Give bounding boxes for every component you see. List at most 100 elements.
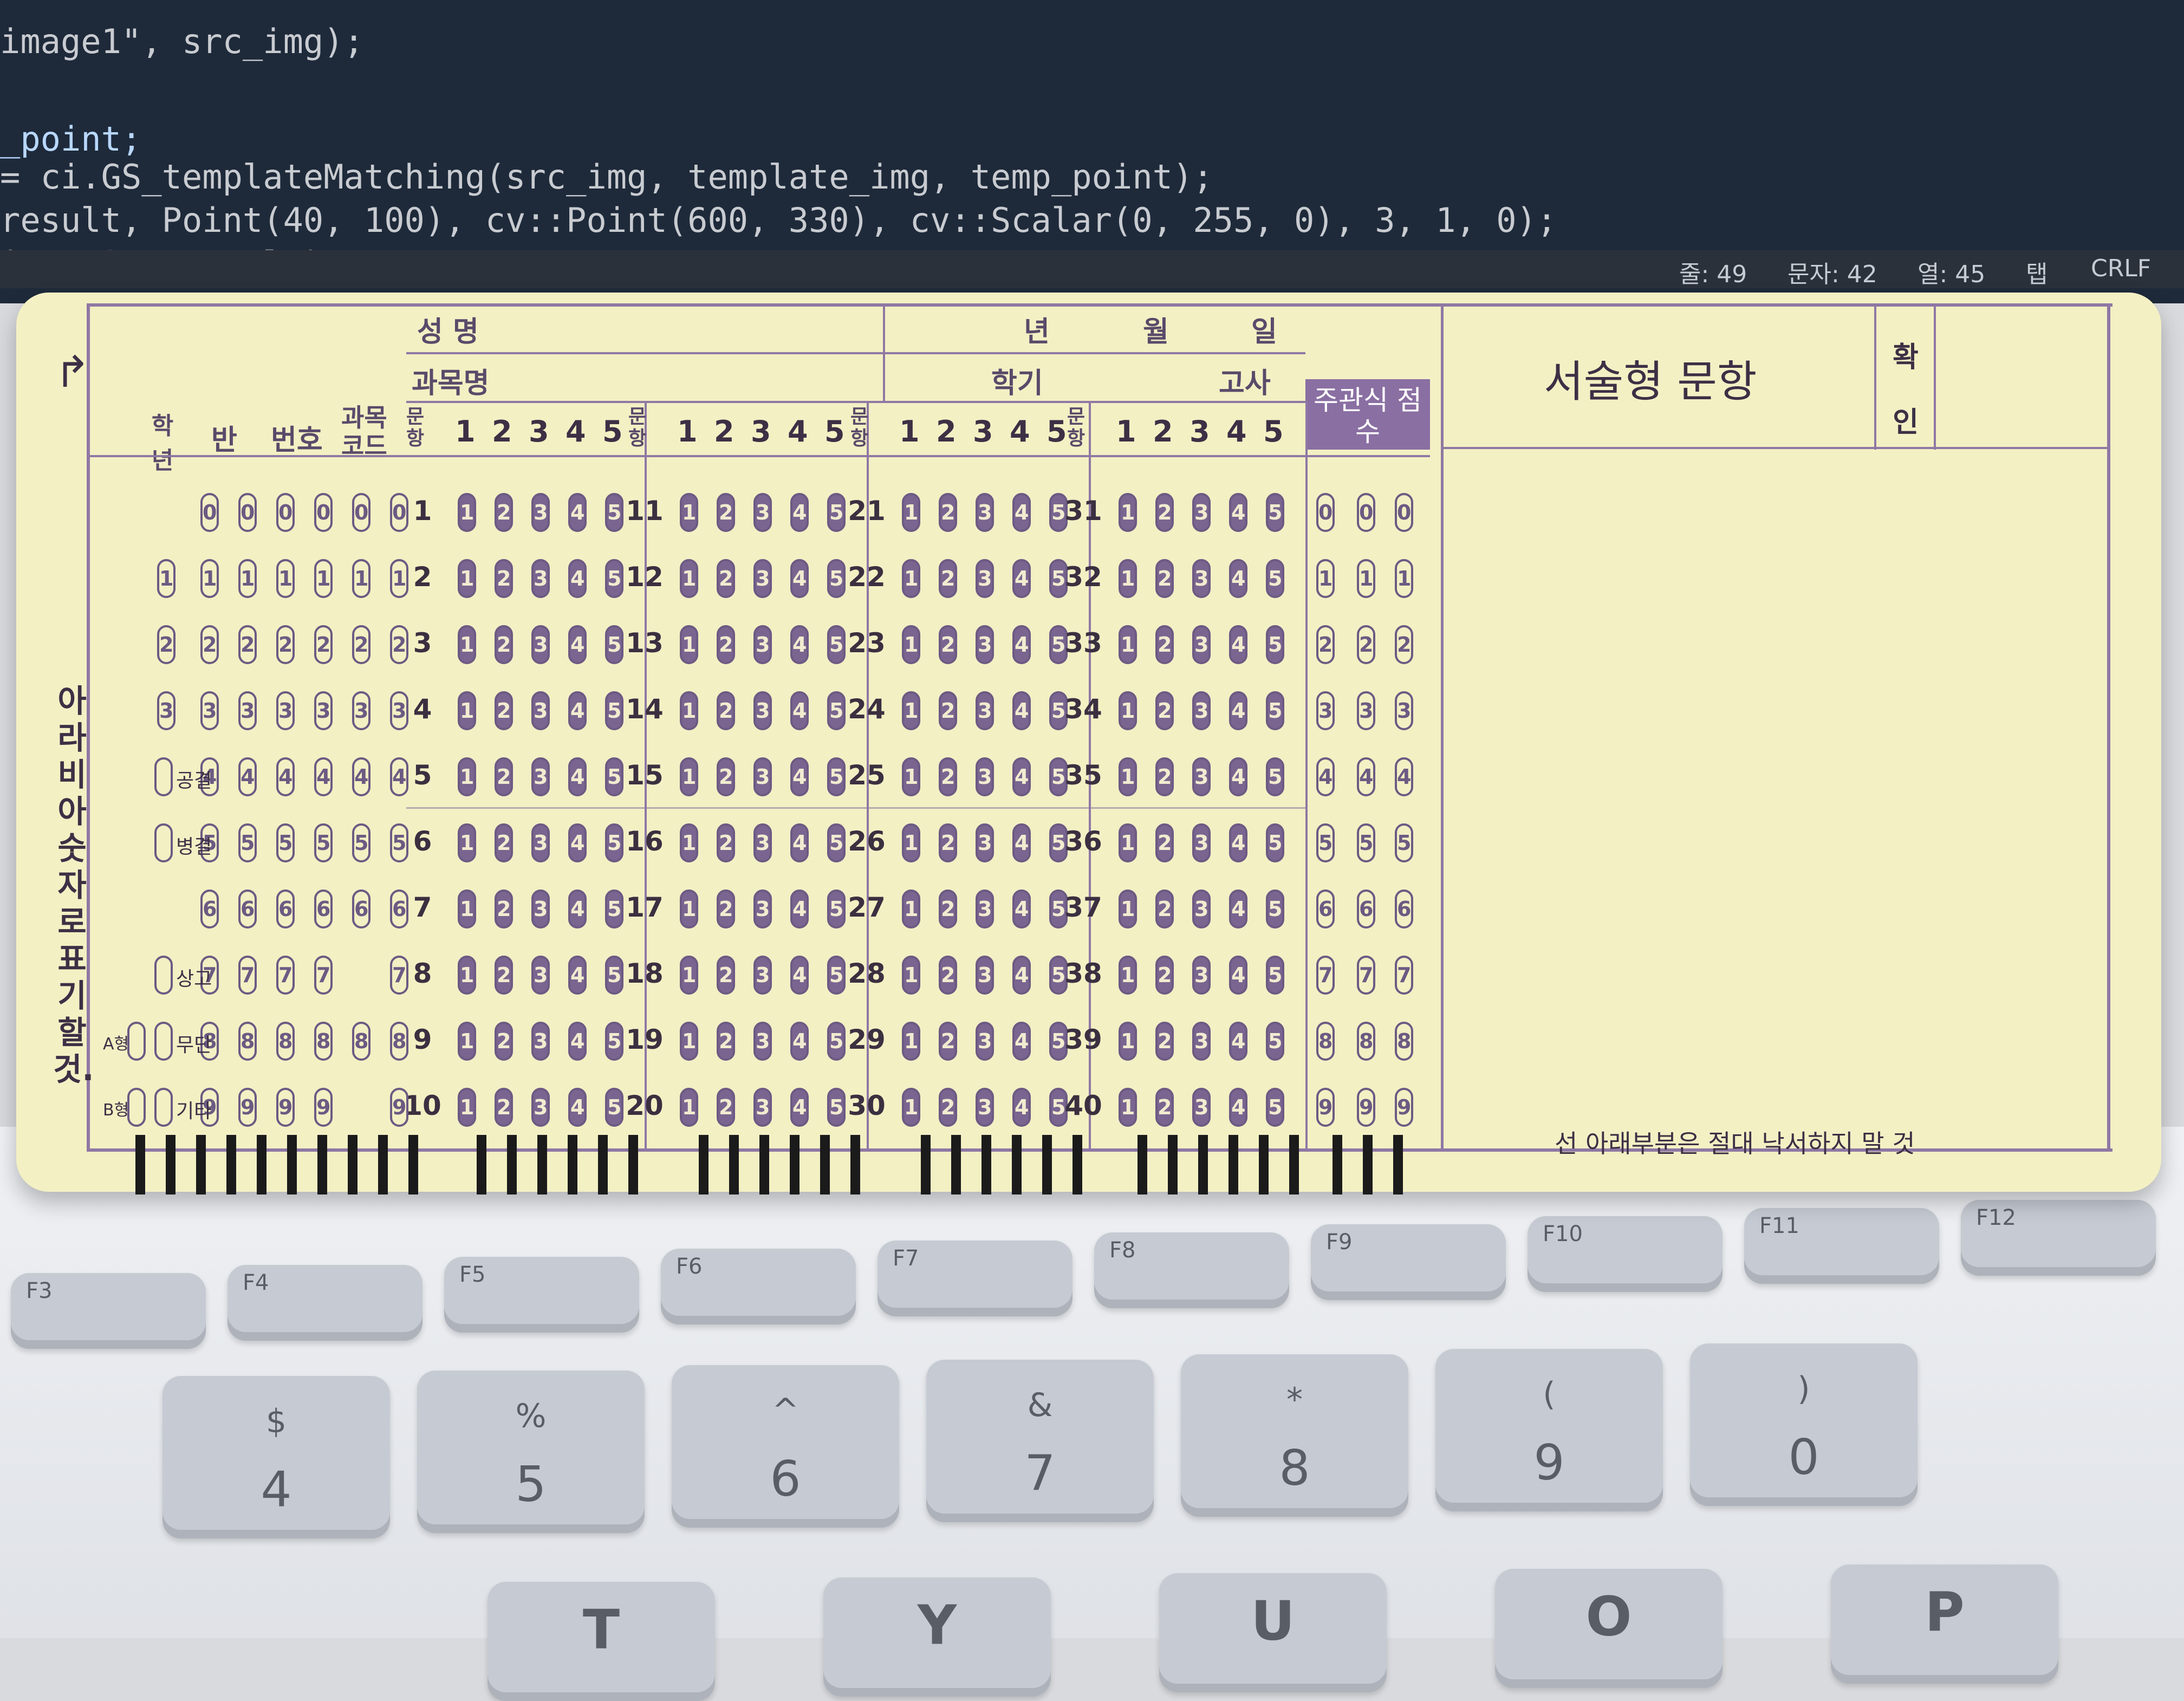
answer-bubble: 4 [568, 757, 587, 796]
number-key[interactable]: & 7 [926, 1360, 1154, 1522]
key-digit: 9 [1533, 1434, 1565, 1491]
id-digit-bubble: 4 [352, 757, 370, 796]
question-number: 30 [848, 1090, 886, 1121]
essay-label: 서술형 문항 [1544, 356, 1757, 407]
answer-bubble: 4 [568, 890, 587, 929]
answer-bubble: 3 [976, 823, 994, 862]
function-key[interactable]: F4 [227, 1265, 422, 1341]
attendance-bubble [154, 1088, 173, 1127]
answer-bubble: 4 [568, 691, 587, 730]
timing-mark [1012, 1135, 1022, 1194]
answer-bubble: 3 [1192, 691, 1211, 730]
answer-bubble: 2 [1155, 1022, 1174, 1061]
function-key[interactable]: F3 [11, 1273, 206, 1349]
number-key[interactable]: (9 [1435, 1349, 1663, 1511]
answer-bubble: 2 [939, 691, 957, 730]
key-letter: Y [917, 1593, 957, 1657]
timing-mark [699, 1135, 708, 1194]
timing-mark [226, 1135, 236, 1194]
answer-bubble: 4 [790, 691, 809, 730]
key-symbol: ( [1543, 1375, 1556, 1413]
id-digit-bubble: 2 [200, 625, 219, 664]
answer-bubble: 2 [939, 956, 957, 995]
answer-bubble: 3 [1192, 559, 1211, 598]
id-digit-bubble: 4 [390, 757, 408, 796]
timing-mark [1168, 1135, 1178, 1194]
score-bubble: 4 [1395, 757, 1413, 796]
code-line-1: image1", src_img); [0, 22, 364, 61]
answer-bubble: 3 [976, 956, 994, 995]
id-digit-bubble: 1 [352, 559, 370, 598]
answer-bubble: 5 [1266, 956, 1284, 995]
arrow-up-icon: ↱ [54, 347, 91, 397]
answer-bubble: 4 [1229, 890, 1247, 929]
answer-bubble: 1 [902, 757, 920, 796]
id-digit-bubble: 7 [238, 956, 257, 995]
answer-bubble: 4 [790, 625, 809, 664]
answer-bubble: 5 [605, 625, 623, 664]
number-key[interactable]: $4 [162, 1376, 390, 1538]
answer-bubble: 1 [1119, 956, 1137, 995]
question-number: 38 [1064, 958, 1102, 989]
function-key[interactable]: F8 [1094, 1232, 1289, 1308]
answer-bubble: 3 [531, 1088, 550, 1127]
question-number: 23 [848, 627, 886, 659]
question-number: 19 [626, 1024, 664, 1055]
answer-bubble: 1 [458, 1022, 476, 1061]
answer-bubble: 1 [902, 823, 920, 862]
score-bubble: 3 [1395, 691, 1413, 730]
answer-bubble: 5 [827, 1022, 846, 1061]
choice-header: 4 [1226, 414, 1247, 449]
letter-key[interactable]: U [1159, 1573, 1387, 1692]
attendance-bubble [154, 757, 173, 796]
score-bubble: 2 [1357, 625, 1375, 664]
letter-key[interactable]: T [487, 1582, 715, 1701]
question-number: 11 [626, 495, 664, 527]
id-digit-bubble: 2 [238, 625, 257, 664]
answer-bubble: 5 [827, 823, 846, 862]
timing-mark [850, 1135, 860, 1194]
number-key[interactable]: * 8 [1181, 1354, 1408, 1517]
answer-bubble: 3 [753, 890, 772, 929]
function-key[interactable]: F6 [661, 1249, 856, 1325]
function-key[interactable]: F12 [1961, 1200, 2156, 1276]
id-digit-bubble: 5 [238, 823, 257, 862]
answer-bubble: 4 [790, 956, 809, 995]
side-instruction: 아라비아 숫자로 표기할 것. [53, 683, 94, 1088]
function-key[interactable]: F5 [444, 1257, 639, 1333]
answer-bubble: 4 [1229, 493, 1247, 532]
score-bubble: 1 [1316, 559, 1335, 598]
key-digit: 6 [770, 1450, 801, 1508]
function-key[interactable]: F11 [1744, 1208, 1939, 1284]
letter-key[interactable]: P [1831, 1564, 2058, 1684]
letter-key[interactable]: Y [823, 1577, 1051, 1697]
answer-bubble: 5 [827, 625, 846, 664]
answer-bubble: 3 [531, 823, 550, 862]
answer-bubble: 4 [790, 890, 809, 929]
function-key-label: F4 [243, 1270, 269, 1295]
form-type-label: B형 [103, 1101, 129, 1120]
letter-key[interactable]: O [1495, 1569, 1722, 1688]
answer-bubble: 5 [605, 559, 623, 598]
number-key[interactable]: ) 0 [1690, 1343, 1917, 1506]
answer-bubble: 4 [1229, 1022, 1247, 1061]
key-letter: P [1925, 1580, 1965, 1644]
function-key[interactable]: F9 [1311, 1224, 1506, 1300]
answer-bubble: 3 [1192, 890, 1211, 929]
id-digit-bubble: 1 [276, 559, 295, 598]
answer-bubble: 4 [790, 1022, 809, 1061]
score-bubble: 8 [1316, 1022, 1335, 1061]
number-key[interactable]: ^ 6 [672, 1365, 899, 1528]
answer-bubble: 2 [939, 1022, 957, 1061]
choice-header: 5 [1046, 414, 1067, 449]
id-digit-bubble: 6 [276, 890, 295, 929]
function-key[interactable]: F7 [877, 1241, 1072, 1316]
footer-note: 선 아래부분은 절대 낙서하지 말 것 [1555, 1129, 1915, 1158]
function-key[interactable]: F10 [1528, 1216, 1722, 1292]
id-digit-bubble: 5 [276, 823, 295, 862]
score-bubble: 3 [1357, 691, 1375, 730]
number-key[interactable]: % 5 [417, 1371, 645, 1533]
status-col: 열: 45 [1917, 261, 1986, 288]
score-bubble: 1 [1357, 559, 1375, 598]
answer-bubble: 3 [976, 691, 994, 730]
